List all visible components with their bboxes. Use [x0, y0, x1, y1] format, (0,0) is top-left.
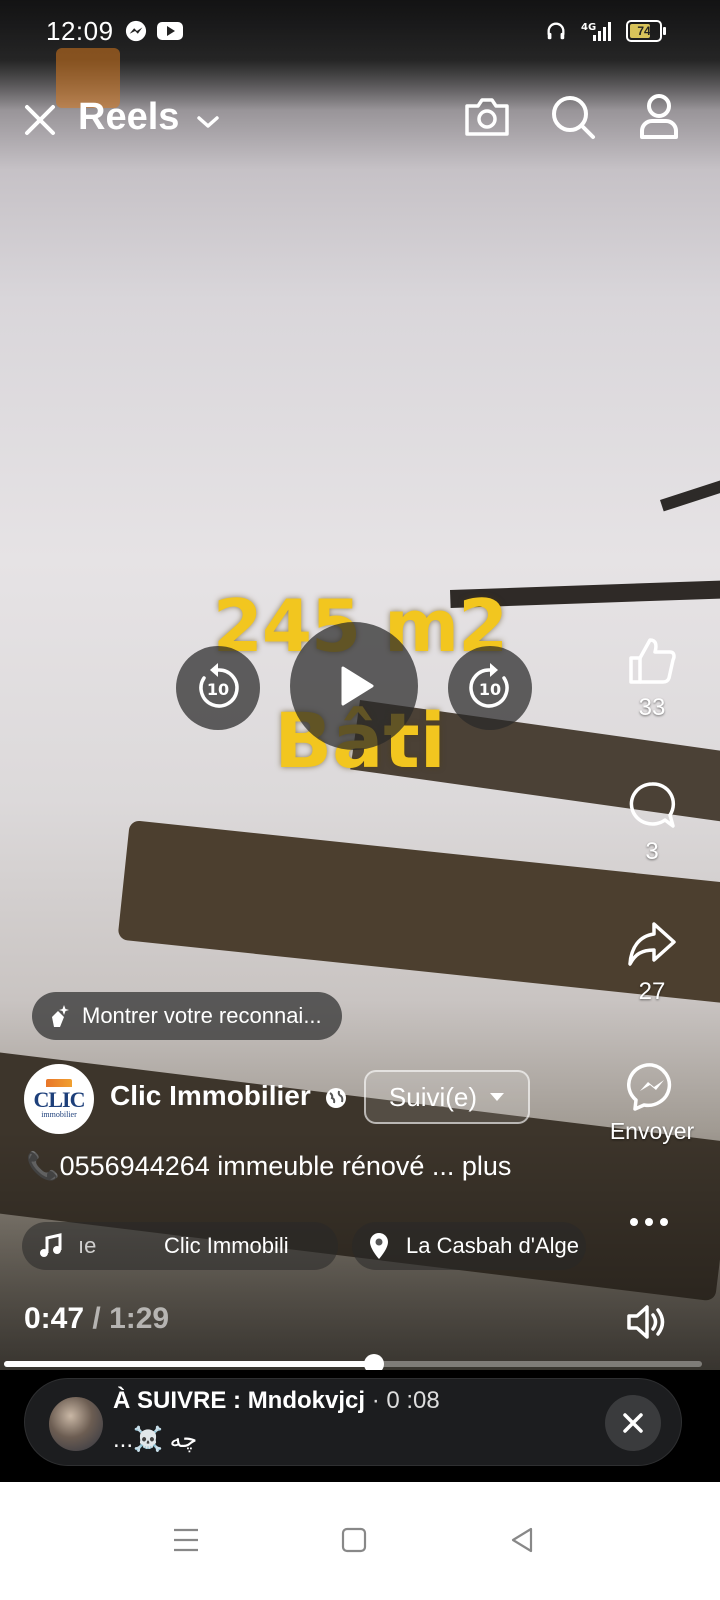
author-name[interactable]: Clic Immobilier [110, 1080, 311, 1112]
author-avatar[interactable]: CLIC immobilier [24, 1064, 94, 1134]
recent-apps-icon[interactable] [156, 1510, 216, 1570]
avatar-logo-subtext: immobilier [41, 1110, 77, 1119]
chevron-down-icon[interactable] [194, 108, 222, 136]
rewind-10-button[interactable]: 10 [176, 646, 260, 730]
battery-icon: 74 [626, 20, 662, 42]
like-icon [629, 638, 676, 684]
battery-nub [663, 27, 666, 35]
playback-time: 0:47 / 1:29 [24, 1302, 169, 1336]
network-type-label: 4G [581, 22, 596, 33]
home-icon[interactable] [324, 1510, 384, 1570]
share-count: 27 [638, 978, 666, 1005]
following-label: Suivi(e) [388, 1081, 478, 1112]
back-icon[interactable] [492, 1510, 552, 1570]
camera-icon[interactable] [460, 92, 514, 142]
avatar-building-graphic [45, 1079, 72, 1087]
send-button[interactable]: Envoyer [610, 1062, 694, 1145]
location-pin-icon [370, 1233, 388, 1259]
avatar-logo-text: CLIC [33, 1087, 85, 1112]
comment-count: 3 [645, 838, 659, 865]
volume-icon[interactable] [622, 1300, 672, 1344]
audio-track-fragment: ıe [78, 1233, 97, 1258]
messenger-icon [124, 18, 148, 44]
headphones-icon [544, 18, 568, 44]
show-appreciation-chip[interactable]: Montrer votre reconnai... [32, 992, 342, 1040]
messenger-send-icon [627, 1063, 672, 1111]
status-time: 12:09 [46, 16, 114, 46]
reel-caption[interactable]: 📞0556944264 immeuble rénové ... plus [26, 1150, 511, 1182]
more-options-icon[interactable] [626, 1208, 672, 1236]
send-label: Envoyer [609, 1118, 695, 1144]
progress-bar[interactable] [4, 1354, 702, 1374]
rewind-seconds-label: 10 [207, 680, 229, 699]
up-next-avatar [49, 1397, 103, 1451]
up-next-prefix: À SUIVRE : [113, 1387, 248, 1414]
profile-icon[interactable] [634, 90, 684, 144]
video-stair-edge [660, 475, 720, 512]
close-icon [623, 1413, 643, 1433]
up-next-title: À SUIVRE : Mndokvjcj · 0 :08 [113, 1387, 440, 1415]
up-next-duration: · 0 :08 [365, 1387, 440, 1414]
up-next-author: Mndokvjcj [247, 1387, 366, 1414]
up-next-card[interactable]: À SUIVRE : Mndokvjcj · 0 :08 ...☠️ چه [24, 1378, 682, 1466]
up-next-close-button[interactable] [605, 1395, 661, 1451]
public-globe-icon [324, 1086, 348, 1115]
close-icon[interactable] [18, 98, 62, 142]
following-button[interactable]: Suivi(e) [364, 1070, 530, 1124]
current-time: 0:47 [24, 1302, 85, 1335]
forward-seconds-label: 10 [479, 680, 501, 699]
total-time: 1:29 [109, 1302, 170, 1335]
audio-author: Clic Immobili [164, 1233, 289, 1258]
up-next-subtitle: ...☠️ چه [113, 1426, 198, 1453]
audio-pill[interactable]: ıe Clic Immobili [22, 1222, 338, 1270]
forward-10-button[interactable]: 10 [448, 646, 532, 730]
youtube-icon [156, 18, 184, 44]
caret-down-icon [490, 1093, 505, 1101]
sparkle-hand-icon [52, 1005, 69, 1027]
share-icon [628, 922, 676, 966]
like-count: 33 [638, 694, 666, 721]
share-button[interactable]: 27 [610, 920, 694, 1006]
progress-fill [4, 1361, 374, 1367]
music-note-icon [40, 1233, 62, 1257]
location-pill[interactable]: La Casbah d'Alge [352, 1222, 586, 1270]
play-button[interactable] [290, 622, 418, 750]
system-nav-bar [0, 1482, 720, 1600]
page-title[interactable]: Reels [78, 96, 179, 139]
battery-percent: 74 [637, 24, 651, 38]
appreciation-label: Montrer votre reconnai... [82, 1003, 322, 1028]
time-separator: / [84, 1302, 110, 1335]
comment-button[interactable]: 3 [610, 780, 694, 866]
like-button[interactable]: 33 [610, 636, 694, 722]
location-label: La Casbah d'Alge [406, 1233, 579, 1258]
comment-icon [629, 782, 676, 828]
4g-signal-icon: 4G [578, 18, 614, 44]
search-icon[interactable] [546, 90, 600, 144]
status-bar: 12:09 4G 74 [0, 0, 720, 62]
play-icon [341, 666, 374, 706]
